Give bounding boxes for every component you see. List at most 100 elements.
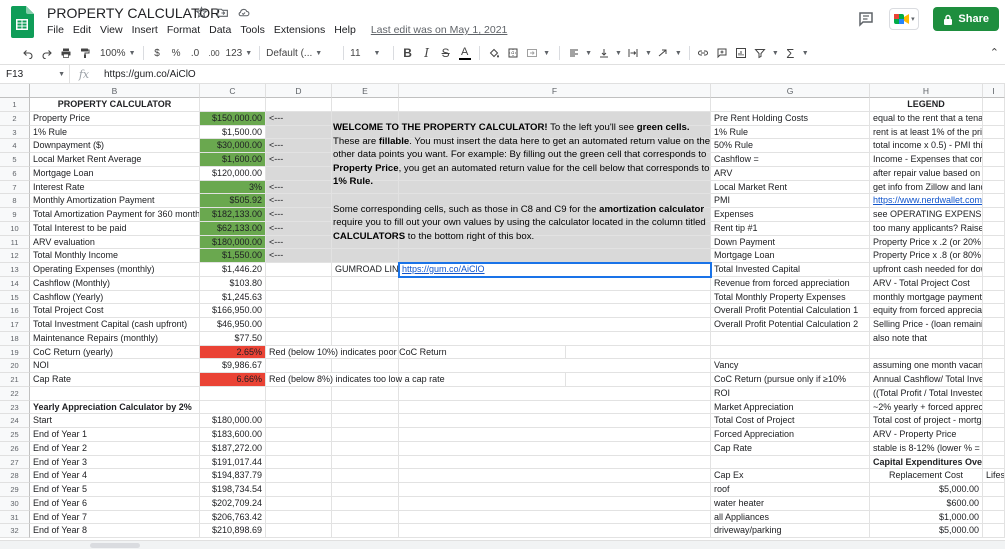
cell-c26[interactable]: $187,272.00 (200, 441, 266, 456)
cell-i22[interactable] (983, 386, 1005, 401)
cell[interactable] (399, 386, 711, 401)
cell-h7[interactable]: get info from Zillow and landlords (870, 180, 983, 195)
cell-i3[interactable] (983, 125, 1005, 140)
cell-d26[interactable] (266, 441, 332, 456)
cell-d20[interactable] (266, 359, 332, 373)
row-header[interactable]: 21 (0, 373, 30, 387)
cell-i23[interactable] (983, 400, 1005, 415)
cell-i6[interactable] (983, 166, 1005, 181)
cell-b12[interactable]: Total Monthly Income (30, 249, 200, 263)
cell-d25[interactable] (266, 428, 332, 442)
cell-i26[interactable] (983, 441, 1005, 456)
cell-i29[interactable] (983, 483, 1005, 497)
row-header[interactable]: 13 (0, 263, 30, 277)
cell[interactable] (399, 469, 711, 483)
cell-g13[interactable]: Total Invested Capital (711, 263, 870, 277)
cell[interactable] (332, 331, 399, 346)
cell-b27[interactable]: End of Year 3 (30, 455, 200, 470)
cell-h29[interactable]: $5,000.00 (870, 483, 983, 497)
cell-c32[interactable]: $210,898.69 (200, 524, 266, 538)
row-header[interactable]: 10 (0, 221, 30, 236)
cell-g19[interactable] (711, 345, 870, 360)
column-header-e[interactable]: E (332, 84, 399, 98)
cell-c3[interactable]: $1,500.00 (200, 125, 266, 140)
cell-i25[interactable] (983, 428, 1005, 442)
cell-d9[interactable]: <--- (266, 208, 332, 222)
cell-h13[interactable]: upfront cash needed for downpayment (870, 263, 983, 277)
horizontal-align-icon[interactable] (566, 44, 581, 62)
cell-h8[interactable]: https://www.nerdwallet.com/blog/mortgage… (870, 194, 983, 208)
cell[interactable] (399, 331, 711, 346)
insert-comment-icon[interactable] (715, 44, 730, 62)
merge-cells-icon[interactable] (524, 44, 539, 62)
cell-d13[interactable] (266, 263, 332, 277)
cell-g1[interactable] (711, 98, 870, 112)
cell-d28[interactable] (266, 469, 332, 483)
cell-c19[interactable]: 2.65% (200, 345, 266, 360)
cell-g21[interactable]: CoC Return (pursue only if ≥10% (711, 373, 870, 387)
cell-h23[interactable]: ~2% yearly + forced appreciation (870, 400, 983, 415)
filter-icon[interactable] (753, 44, 768, 62)
cell-g16[interactable]: Overall Profit Potential Calculation 1 (711, 304, 870, 318)
cell-c13[interactable]: $1,446.20 (200, 263, 266, 277)
redo-icon[interactable] (39, 44, 54, 62)
share-button[interactable]: Share (933, 7, 999, 31)
cell-c9[interactable]: $182,133.00 (200, 208, 266, 222)
row-header[interactable]: 22 (0, 386, 30, 401)
cell-i27[interactable] (983, 455, 1005, 470)
cell-h10[interactable]: too many applicants? Raise the rent (870, 221, 983, 236)
cell-b5[interactable]: Local Market Rent Average (30, 153, 200, 167)
undo-icon[interactable] (20, 44, 35, 62)
row-header[interactable]: 1 (0, 98, 30, 112)
zoom-select[interactable]: 100% ▼ (100, 48, 136, 59)
cell-g9[interactable]: Expenses (711, 208, 870, 222)
row-header[interactable]: 28 (0, 469, 30, 483)
cell-g3[interactable]: 1% Rule (711, 125, 870, 140)
cell-b14[interactable]: Cashflow (Monthly) (30, 276, 200, 291)
cell-h27[interactable]: Capital Expenditures Overview (cost of (870, 455, 983, 470)
cell-h4[interactable]: total income x 0.5) - PMI this metric (870, 139, 983, 153)
cell-i13[interactable] (983, 263, 1005, 277)
cell-h5[interactable]: Income - Expenses that consitute (870, 153, 983, 167)
cell-d22[interactable] (266, 386, 332, 401)
cell-b15[interactable]: Cashflow (Yearly) (30, 290, 200, 305)
cell-h20[interactable]: assuming one month vacancy = only 11 (870, 359, 983, 373)
cell-g23[interactable]: Market Appreciation (711, 400, 870, 415)
cell-h22[interactable]: ((Total Profit / Total Invested Capital (870, 386, 983, 401)
formula-input[interactable]: https://gum.co/AiClO (98, 69, 196, 80)
cell-b26[interactable]: End of Year 2 (30, 441, 200, 456)
cell[interactable] (399, 400, 711, 415)
move-folder-icon[interactable] (216, 6, 229, 19)
cell-h14[interactable]: ARV - Total Project Cost (870, 276, 983, 291)
cell-h32[interactable]: $5,000.00 (870, 524, 983, 538)
cell-b6[interactable]: Mortgage Loan (30, 166, 200, 181)
cell[interactable] (399, 276, 711, 291)
cell[interactable] (332, 304, 399, 318)
cell-d16[interactable] (266, 304, 332, 318)
cell-d18[interactable] (266, 331, 332, 346)
cell-d14[interactable] (266, 276, 332, 291)
cell-h1[interactable]: LEGEND (870, 98, 983, 112)
row-header[interactable]: 12 (0, 249, 30, 263)
menu-format[interactable]: Format (167, 24, 205, 36)
cell-d12[interactable]: <--- (266, 249, 332, 263)
cell-b1[interactable]: PROPERTY CALCULATOR (30, 98, 200, 112)
cell-h31[interactable]: $1,000.00 (870, 510, 983, 525)
cell-i32[interactable] (983, 524, 1005, 538)
cell[interactable] (399, 414, 711, 428)
cell[interactable] (399, 318, 711, 332)
cell[interactable] (399, 441, 711, 456)
meet-button[interactable]: ▾ (889, 8, 920, 30)
decrease-decimal-button[interactable]: .0 (188, 44, 203, 62)
format-percent-button[interactable]: % (169, 44, 184, 62)
cell-c30[interactable]: $202,709.24 (200, 496, 266, 511)
cell[interactable] (332, 455, 399, 470)
cell-g17[interactable]: Overall Profit Potential Calculation 2 (711, 318, 870, 332)
cell-c1[interactable] (200, 98, 266, 112)
cell-h11[interactable]: Property Price x .2 (or 20% of price) (870, 235, 983, 250)
cell-b30[interactable]: End of Year 6 (30, 496, 200, 511)
cell[interactable] (399, 524, 711, 538)
cell-d31[interactable] (266, 510, 332, 525)
cell-d17[interactable] (266, 318, 332, 332)
row-header[interactable]: 11 (0, 235, 30, 250)
